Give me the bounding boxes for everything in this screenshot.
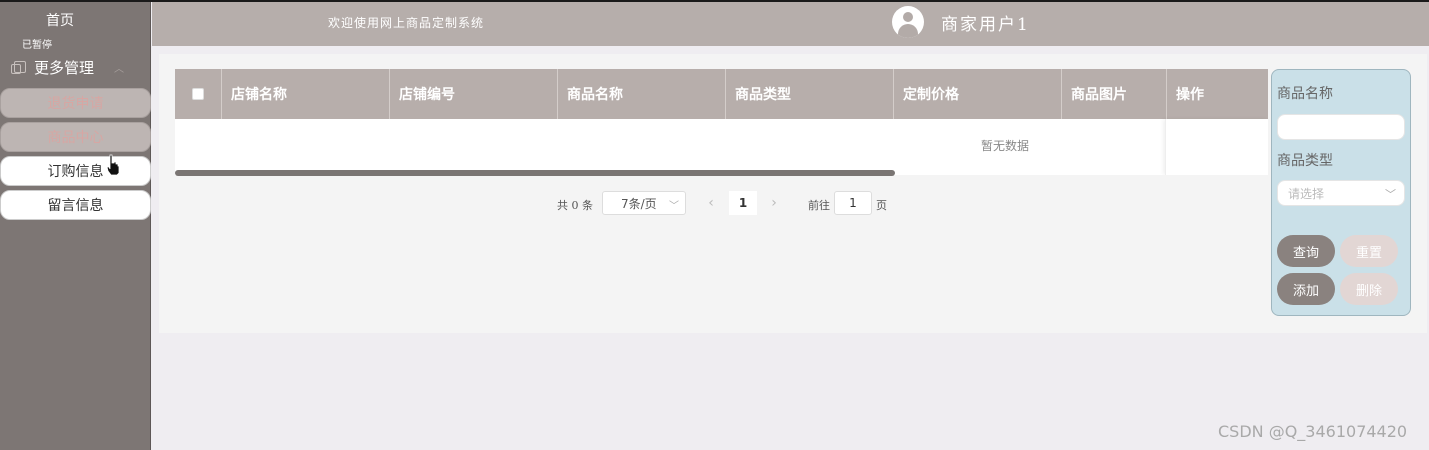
sidebar-item-label: 退货申请 — [47, 96, 104, 112]
horizontal-scrollbar[interactable] — [175, 170, 895, 176]
chevron-down-icon: ﹀ — [1385, 188, 1396, 201]
column-header-shop-id[interactable]: 店铺编号 — [390, 69, 558, 119]
prev-page-button[interactable]: ‹ — [697, 191, 725, 215]
watermark: CSDN @Q_3461074420 — [1218, 422, 1408, 441]
page-size-select[interactable]: 7条/页 ﹀ — [602, 191, 686, 215]
hand-cursor-icon — [106, 154, 120, 176]
sidebar-item-label: 商品中心 — [47, 130, 104, 146]
product-name-input[interactable] — [1277, 114, 1405, 140]
sidebar: 首页 已暂停 更多管理 ︿ 退货申请 商品中心 订购信息 留言信息 — [0, 2, 151, 450]
goto-label: 前往 — [808, 199, 830, 212]
sidebar-item-product-center[interactable]: 商品中心 — [0, 122, 151, 152]
table-header: 店铺名称 店铺编号 商品名称 商品类型 定制价格 商品图片 操作 — [175, 69, 1268, 119]
column-header-product-type[interactable]: 商品类型 — [726, 69, 894, 119]
page-number-current[interactable]: 1 — [729, 191, 757, 215]
column-header-shop-name[interactable]: 店铺名称 — [222, 69, 390, 119]
username[interactable]: 商家用户1 — [941, 10, 1030, 35]
product-name-label: 商品名称 — [1277, 86, 1333, 102]
select-all-checkbox[interactable] — [192, 88, 204, 100]
sidebar-item-label: 留言信息 — [47, 198, 104, 214]
page-size-value: 7条/页 — [621, 196, 657, 211]
search-panel: 商品名称 商品类型 请选择 ﹀ 查询 重置 添加 删除 — [1271, 69, 1411, 316]
avatar[interactable] — [892, 6, 924, 38]
user-icon-body — [898, 24, 918, 38]
product-type-label: 商品类型 — [1277, 153, 1333, 169]
sidebar-item-return-request[interactable]: 退货申请 — [0, 88, 151, 118]
welcome-text: 欢迎使用网上商品定制系统 — [328, 16, 485, 30]
data-table: 店铺名称 店铺编号 商品名称 商品类型 定制价格 商品图片 操作 暂无数据 — [175, 69, 1268, 175]
sidebar-item-order-info[interactable]: 订购信息 — [0, 156, 151, 186]
add-button[interactable]: 添加 — [1277, 273, 1335, 305]
product-type-placeholder: 请选择 — [1288, 186, 1325, 201]
select-all-column — [175, 69, 222, 119]
column-header-actions: 操作 — [1176, 87, 1204, 103]
reset-button[interactable]: 重置 — [1340, 235, 1398, 267]
goto-page-input[interactable]: 1 — [834, 191, 872, 215]
copy-icon — [11, 61, 26, 74]
page-unit-label: 页 — [876, 199, 887, 212]
chevron-down-icon: ﹀ — [669, 201, 679, 212]
column-header-product-image[interactable]: 商品图片 — [1062, 69, 1167, 119]
next-page-button[interactable]: › — [760, 191, 788, 215]
query-button[interactable]: 查询 — [1277, 235, 1335, 267]
empty-state-text: 暂无数据 — [981, 139, 1030, 153]
product-type-select[interactable]: 请选择 ﹀ — [1277, 180, 1405, 206]
sidebar-item-message-info[interactable]: 留言信息 — [0, 190, 151, 220]
chevron-up-icon: ︿ — [114, 63, 125, 75]
user-icon — [903, 12, 913, 22]
column-header-custom-price[interactable]: 定制价格 — [894, 69, 1062, 119]
sidebar-home-link[interactable]: 首页 — [0, 10, 120, 30]
pagination-total: 共 0 条 — [557, 199, 593, 212]
sidebar-item-label: 订购信息 — [47, 164, 104, 180]
top-header: 欢迎使用网上商品定制系统 商家用户1 — [152, 2, 1429, 46]
chevron-right-icon: › — [771, 195, 777, 211]
chevron-left-icon: ‹ — [708, 195, 714, 211]
sidebar-more-management[interactable]: 更多管理 ︿ — [11, 56, 144, 78]
fixed-actions-column — [1165, 119, 1268, 175]
sidebar-more-management-label: 更多管理 — [34, 58, 95, 77]
column-header-product-name[interactable]: 商品名称 — [558, 69, 726, 119]
delete-button[interactable]: 删除 — [1340, 273, 1398, 305]
paused-tag: 已暂停 — [22, 40, 52, 51]
